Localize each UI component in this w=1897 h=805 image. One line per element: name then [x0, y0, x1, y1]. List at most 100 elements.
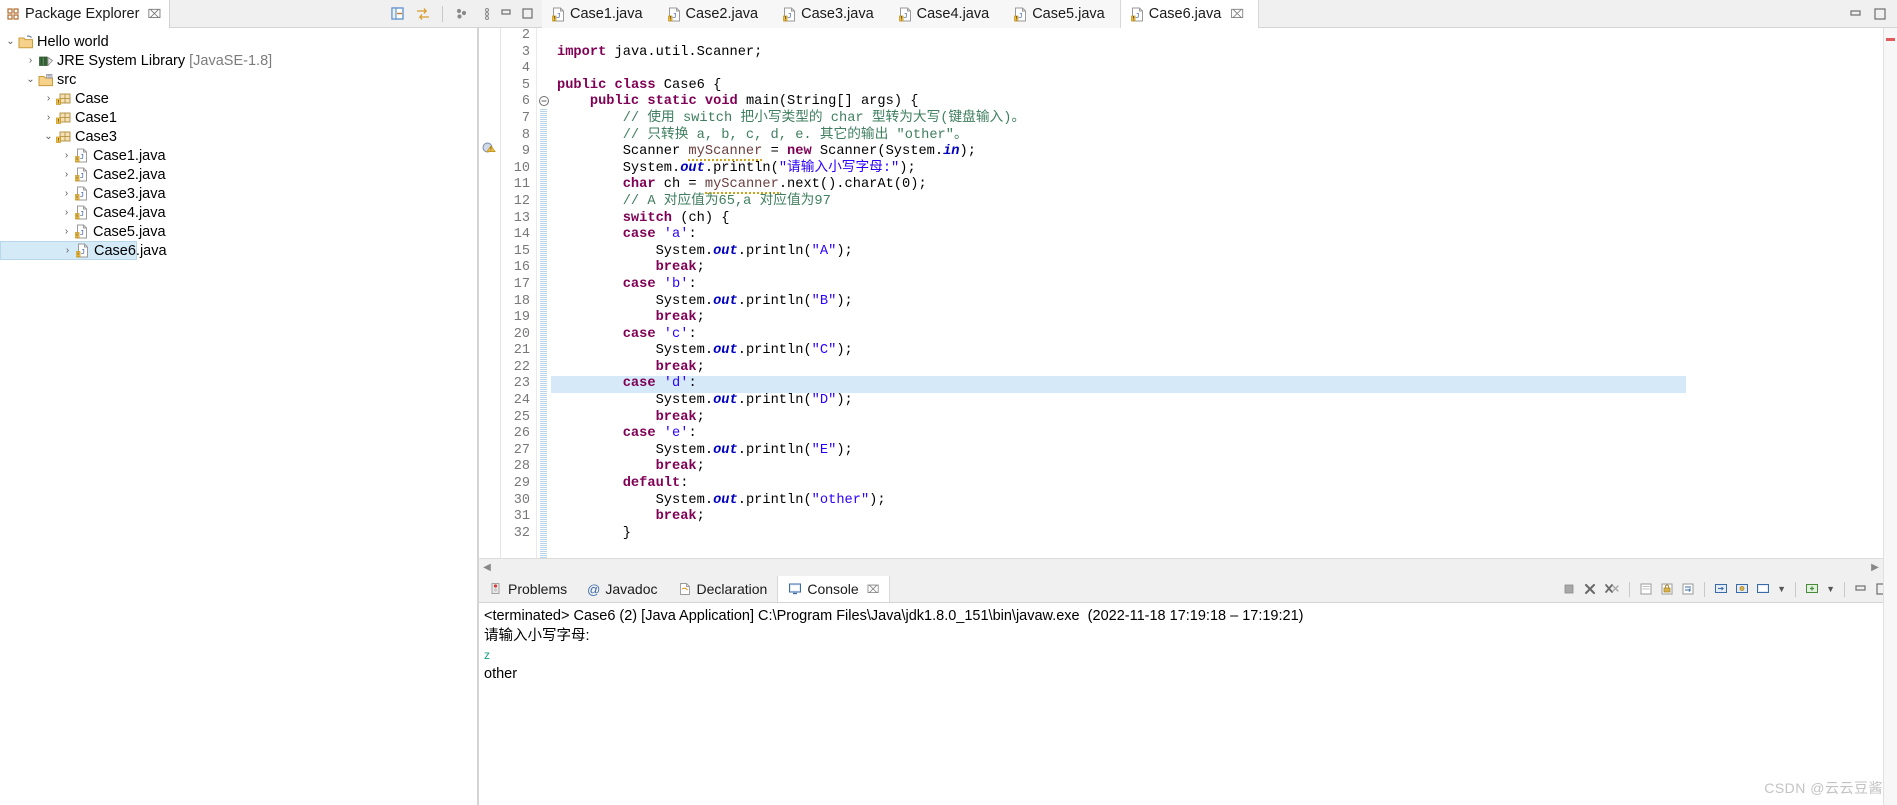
tree-item-case1[interactable]: › ! Case1	[0, 108, 477, 127]
remove-launch-icon[interactable]	[1583, 582, 1597, 596]
code-line[interactable]: case 'a':	[551, 227, 1897, 244]
minimize-icon[interactable]	[1849, 7, 1863, 21]
chevron-right-icon[interactable]: ›	[42, 93, 55, 104]
tree-item-case2-java[interactable]: › J ! Case2.java	[0, 165, 477, 184]
scroll-left-icon[interactable]: ◀	[479, 562, 495, 573]
collapse-all-icon[interactable]	[390, 6, 406, 22]
code-line[interactable]: // A 对应值为65,a 对应值为97	[551, 194, 1897, 211]
maximize-icon[interactable]	[1873, 7, 1887, 21]
minimize-icon[interactable]	[500, 7, 513, 20]
chevron-right-icon[interactable]: ›	[60, 207, 73, 218]
tree-item-case3-package[interactable]: ⌄ ! Case3	[0, 127, 477, 146]
tab-problems[interactable]: Problems	[479, 576, 577, 602]
code-line[interactable]: char ch = myScanner.next().charAt(0);	[551, 177, 1897, 195]
code-line[interactable]: public class Case6 {	[551, 78, 1897, 95]
tree-item-case4-java[interactable]: › J ! Case4.java	[0, 203, 477, 222]
chevron-right-icon[interactable]: ›	[61, 245, 74, 256]
close-icon[interactable]: ⌧	[147, 7, 161, 21]
editor-tab-case5[interactable]: J ! Case5.java	[1004, 0, 1120, 28]
chevron-down-icon[interactable]: ⌄	[24, 74, 37, 85]
remove-all-terminated-icon[interactable]	[1604, 582, 1620, 596]
code-line[interactable]	[551, 61, 1897, 78]
code-line[interactable]: import java.util.Scanner;	[551, 45, 1897, 62]
global-right-edge-scrollbar[interactable]	[1883, 28, 1897, 805]
tree-item-case3-java[interactable]: › J ! Case3.java	[0, 184, 477, 203]
editor-tab-case6[interactable]: J ! Case6.java ⌧	[1119, 0, 1260, 28]
tree-item-case5-java[interactable]: › J ! Case5.java	[0, 222, 477, 241]
tree-item-case[interactable]: › ! Case	[0, 89, 477, 108]
code-line[interactable]: }	[551, 526, 1897, 543]
code-line[interactable]: default:	[551, 476, 1897, 493]
editor-marker-bar[interactable]: !	[479, 28, 501, 558]
chevron-down-icon[interactable]: ⌄	[42, 131, 55, 142]
chevron-right-icon[interactable]: ›	[60, 150, 73, 161]
code-line[interactable]: System.out.println("D");	[551, 393, 1897, 410]
chevron-right-icon[interactable]: ›	[60, 226, 73, 237]
editor-tab-case4[interactable]: J ! Case4.java	[888, 0, 1005, 28]
code-line[interactable]	[551, 28, 1897, 45]
fold-collapse-icon[interactable]	[538, 95, 550, 107]
code-line[interactable]: break;	[551, 459, 1897, 476]
code-line[interactable]: case 'c':	[551, 327, 1897, 344]
code-line[interactable]: case 'b':	[551, 277, 1897, 294]
code-line[interactable]: break;	[551, 310, 1897, 327]
editor-chevron-icon[interactable]	[482, 5, 492, 23]
editor-tab-case2[interactable]: J ! Case2.java	[657, 0, 774, 28]
code-line[interactable]: System.out.println("other");	[551, 493, 1897, 510]
scroll-lock-icon[interactable]	[1660, 582, 1674, 596]
error-overview-marker[interactable]	[1886, 38, 1895, 41]
view-menu-icon[interactable]	[454, 6, 470, 22]
console-output[interactable]: <terminated> Case6 (2) [Java Application…	[479, 603, 1897, 805]
code-line[interactable]: switch (ch) {	[551, 211, 1897, 228]
tab-package-explorer[interactable]: Package Explorer ⌧	[0, 0, 171, 28]
display-selected-console-icon[interactable]	[1756, 582, 1770, 596]
tab-console[interactable]: Console ⌧	[777, 576, 891, 602]
code-line[interactable]: System.out.println("B");	[551, 294, 1897, 311]
code-line[interactable]: System.out.println("C");	[551, 343, 1897, 360]
code-line[interactable]: // 使用 switch 把小写类型的 char 型转为大写(键盘输入)。	[551, 111, 1897, 128]
minimize-icon[interactable]	[1854, 582, 1868, 596]
code-line[interactable]: break;	[551, 260, 1897, 277]
editor-tab-case1[interactable]: J ! Case1.java	[542, 0, 658, 28]
close-icon[interactable]: ⌧	[867, 583, 880, 596]
tree-item-case6-java[interactable]: › J ! Case6.java	[0, 241, 167, 260]
tab-declaration[interactable]: Declaration	[668, 576, 778, 602]
code-line[interactable]: System.out.println("请输入小写字母:");	[551, 161, 1897, 178]
tree-item-jre-system-library[interactable]: › JRE System Library [JavaSE-1.8]	[0, 51, 477, 70]
code-line[interactable]: Scanner myScanner = new Scanner(System.i…	[551, 144, 1897, 162]
package-explorer-tree[interactable]: ⌄ Hello world › JRE System Library [Java…	[0, 28, 478, 805]
code-line[interactable]: // 只转换 a, b, c, d, e. 其它的输出 "other"。	[551, 128, 1897, 145]
chevron-right-icon[interactable]: ›	[60, 169, 73, 180]
code-line[interactable]: case 'e':	[551, 426, 1897, 443]
code-line[interactable]: System.out.println("E");	[551, 443, 1897, 460]
tab-javadoc[interactable]: @ Javadoc	[577, 576, 667, 602]
link-with-editor-icon[interactable]	[415, 6, 431, 22]
code-line[interactable]: System.out.println("A");	[551, 244, 1897, 261]
chevron-right-icon[interactable]: ›	[24, 55, 37, 66]
editor-folding-bar[interactable]	[537, 28, 551, 558]
tree-item-src[interactable]: ⌄ src	[0, 70, 477, 89]
editor-tab-case3[interactable]: J ! Case3.java	[773, 0, 889, 28]
chevron-down-icon[interactable]: ▼	[1777, 584, 1786, 594]
terminate-icon[interactable]	[1562, 582, 1576, 596]
word-wrap-icon[interactable]	[1681, 582, 1695, 596]
editor-text-area[interactable]: import java.util.Scanner; public class C…	[551, 28, 1897, 558]
scroll-right-icon[interactable]: ▶	[1867, 562, 1883, 573]
code-line[interactable]: public static void main(String[] args) {	[551, 94, 1897, 111]
code-line[interactable]: break;	[551, 509, 1897, 526]
tree-item-case1-java[interactable]: › J ! Case1.java	[0, 146, 477, 165]
chevron-down-icon[interactable]: ⌄	[4, 36, 17, 47]
chevron-right-icon[interactable]: ›	[60, 188, 73, 199]
show-console-on-output-icon[interactable]	[1714, 582, 1728, 596]
code-editor[interactable]: ! 2 3 4 5 6 7 8 9 10 11 12 13 14 15 16 17 18 19 20 21 22 23 24…	[478, 28, 1897, 558]
code-line[interactable]: break;	[551, 360, 1897, 377]
chevron-right-icon[interactable]: ›	[42, 112, 55, 123]
editor-horizontal-scrollbar[interactable]: ◀ ▶	[478, 558, 1897, 576]
warning-marker-icon[interactable]: !	[482, 142, 497, 156]
pin-console-icon[interactable]	[1735, 582, 1749, 596]
maximize-icon[interactable]	[521, 7, 534, 20]
code-line[interactable]: break;	[551, 410, 1897, 427]
clear-console-icon[interactable]	[1639, 582, 1653, 596]
tree-item-hello-world[interactable]: ⌄ Hello world	[0, 32, 477, 51]
close-icon[interactable]: ⌧	[1230, 7, 1244, 21]
